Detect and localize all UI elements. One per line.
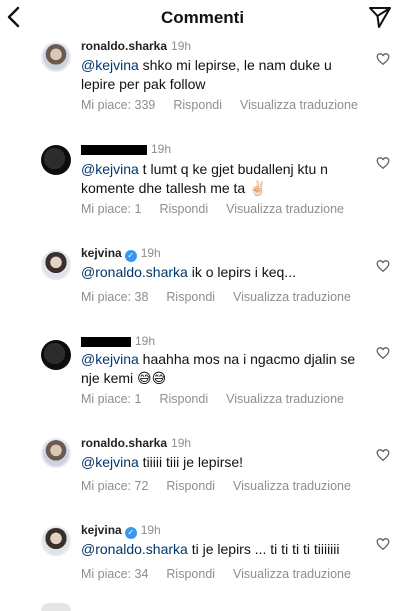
reply-button[interactable]: Rispondi <box>159 392 208 406</box>
likes-count[interactable]: Mi piace: 34 <box>81 567 148 581</box>
avatar[interactable] <box>41 145 71 175</box>
timestamp: 19h <box>140 523 161 537</box>
reply-button[interactable]: Rispondi <box>166 290 215 304</box>
comment-text: @kejvina t lumt q ke gjet budallenj ktu … <box>81 160 365 198</box>
mention-link[interactable]: @ronaldo.sharka <box>81 264 188 280</box>
comments-header: Commenti <box>0 0 405 34</box>
redacted-username <box>81 144 147 155</box>
comment-actions: Mi piace: 1 Rispondi Visualizza traduzione <box>81 202 362 216</box>
likes-count[interactable]: Mi piace: 38 <box>81 290 148 304</box>
comment-meta: 19h <box>81 142 171 156</box>
mention-link[interactable]: @ronaldo.sharka <box>81 541 188 557</box>
mention-link[interactable]: @kejvina <box>81 161 139 177</box>
translate-button[interactable]: Visualizza traduzione <box>233 479 351 493</box>
timestamp: 19h <box>140 246 161 260</box>
heart-icon[interactable] <box>376 259 390 273</box>
translate-button[interactable]: Visualizza traduzione <box>226 202 344 216</box>
verified-badge-icon: ✓ <box>124 527 137 539</box>
heart-icon[interactable] <box>376 52 390 66</box>
mention-link[interactable]: @kejvina <box>81 454 139 470</box>
verified-badge-icon: ✓ <box>124 250 137 262</box>
paper-plane-icon <box>369 7 391 28</box>
comment-meta: kejvina ✓ 19h <box>81 246 161 262</box>
avatar[interactable] <box>41 438 71 468</box>
reply-button[interactable]: Rispondi <box>173 98 222 112</box>
comment-text: @kejvina haahha mos na i ngacmo djalin s… <box>81 350 365 388</box>
username[interactable]: ronaldo.sharka <box>81 436 167 450</box>
comment-actions: Mi piace: 339 Rispondi Visualizza traduzio… <box>81 98 376 112</box>
comment-body: tiiiii tiii je lepirse! <box>138 454 244 470</box>
timestamp: 19h <box>135 334 156 348</box>
comment-text: @ronaldo.sharka ik o lepirs i keq... <box>81 263 365 282</box>
heart-icon[interactable] <box>376 346 390 360</box>
reply-button[interactable]: Rispondi <box>159 202 208 216</box>
comment-actions: Mi piace: 1 Rispondi Visualizza traduzione <box>81 392 362 406</box>
likes-count[interactable]: Mi piace: 72 <box>81 479 148 493</box>
likes-count[interactable]: Mi piace: 339 <box>81 98 155 112</box>
reply-button[interactable]: Rispondi <box>166 479 215 493</box>
comment-body: ti je lepirs ... ti ti ti ti tiiiiiii <box>187 541 340 557</box>
comment-meta: ronaldo.sharka 19h <box>81 39 191 53</box>
likes-count[interactable]: Mi piace: 1 <box>81 392 141 406</box>
avatar[interactable] <box>41 250 71 280</box>
timestamp: 19h <box>151 142 172 156</box>
comment-meta: ronaldo.sharka 19h <box>81 436 191 450</box>
timestamp: 19h <box>171 436 192 450</box>
comment-actions: Mi piace: 72 Rispondi Visualizza traduzion… <box>81 479 369 493</box>
translate-button[interactable]: Visualizza traduzione <box>240 98 358 112</box>
translate-button[interactable]: Visualizza traduzione <box>233 567 351 581</box>
mention-link[interactable]: @kejvina <box>81 57 139 73</box>
heart-icon[interactable] <box>376 448 390 462</box>
comment-actions: Mi piace: 34 Rispondi Visualizza traduzion… <box>81 567 369 581</box>
likes-count[interactable]: Mi piace: 1 <box>81 202 141 216</box>
comment-text: @kejvina tiiiii tiii je lepirse! <box>81 453 365 472</box>
comment-text: @ronaldo.sharka ti je lepirs ... ti ti t… <box>81 540 365 559</box>
username[interactable]: kejvina <box>81 523 122 537</box>
avatar[interactable] <box>41 526 71 556</box>
translate-button[interactable]: Visualizza traduzione <box>233 290 351 304</box>
reply-button[interactable]: Rispondi <box>166 567 215 581</box>
heart-icon[interactable] <box>376 537 390 551</box>
translate-button[interactable]: Visualizza traduzione <box>226 392 344 406</box>
redacted-username <box>81 336 131 347</box>
page-title: Commenti <box>160 8 245 27</box>
comment-text: @kejvina shko mi lepirse, le nam duke u … <box>81 56 365 94</box>
avatar[interactable] <box>41 42 71 72</box>
username[interactable]: kejvina <box>81 246 122 260</box>
mention-link[interactable]: @kejvina <box>81 351 139 367</box>
comment-meta: kejvina ✓ 19h <box>81 523 161 539</box>
timestamp: 19h <box>171 39 192 53</box>
heart-icon[interactable] <box>376 156 390 170</box>
comment-body: ik o lepirs i keq... <box>187 264 296 280</box>
next-comment-avatar <box>41 603 71 611</box>
comment-meta: 19h <box>81 334 155 348</box>
share-button[interactable] <box>367 4 393 30</box>
comment-actions: Mi piace: 38 Rispondi Visualizza traduzion… <box>81 290 369 304</box>
username[interactable]: ronaldo.sharka <box>81 39 167 53</box>
avatar[interactable] <box>41 340 71 370</box>
